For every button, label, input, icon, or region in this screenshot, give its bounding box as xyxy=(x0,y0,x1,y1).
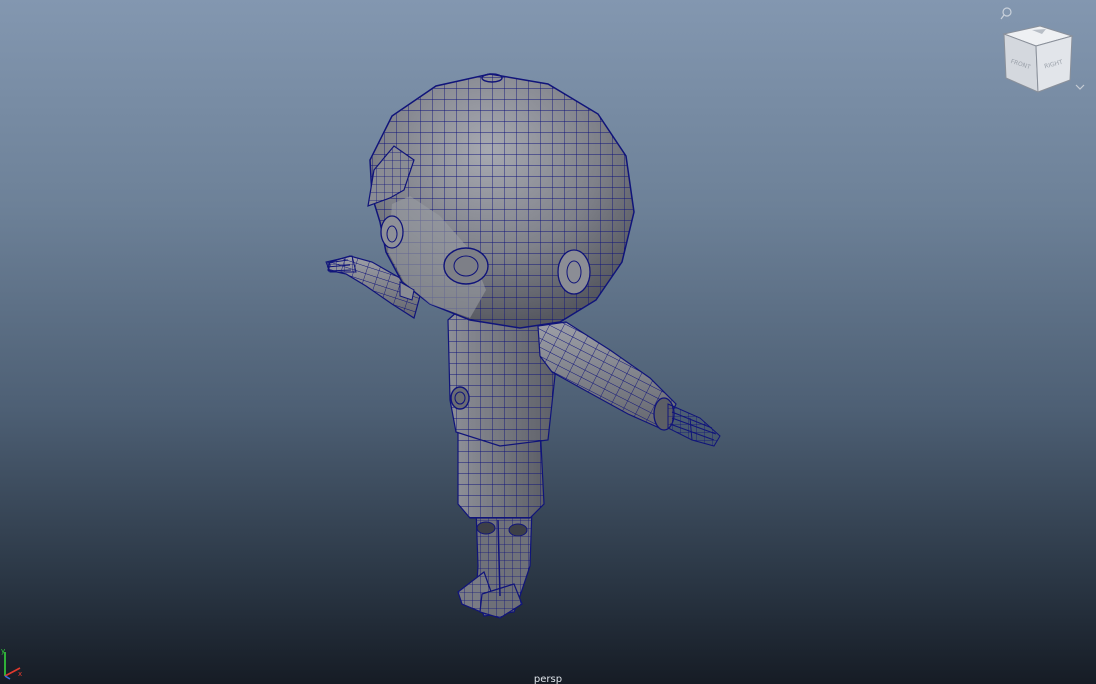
right-hand xyxy=(667,403,721,447)
head xyxy=(367,73,635,329)
chevron-down-icon[interactable] xyxy=(1074,82,1086,92)
axis-y-label: y xyxy=(1,647,5,655)
view-cube[interactable]: FRONT RIGHT xyxy=(996,20,1080,100)
character-model-wireframe[interactable] xyxy=(0,0,1096,684)
3d-viewport[interactable]: FRONT RIGHT y x persp xyxy=(0,0,1096,684)
right-arm xyxy=(537,321,677,431)
camera-icon[interactable] xyxy=(1000,6,1014,20)
camera-label: persp xyxy=(533,674,563,684)
left-hand xyxy=(325,255,357,273)
legs xyxy=(457,507,533,619)
